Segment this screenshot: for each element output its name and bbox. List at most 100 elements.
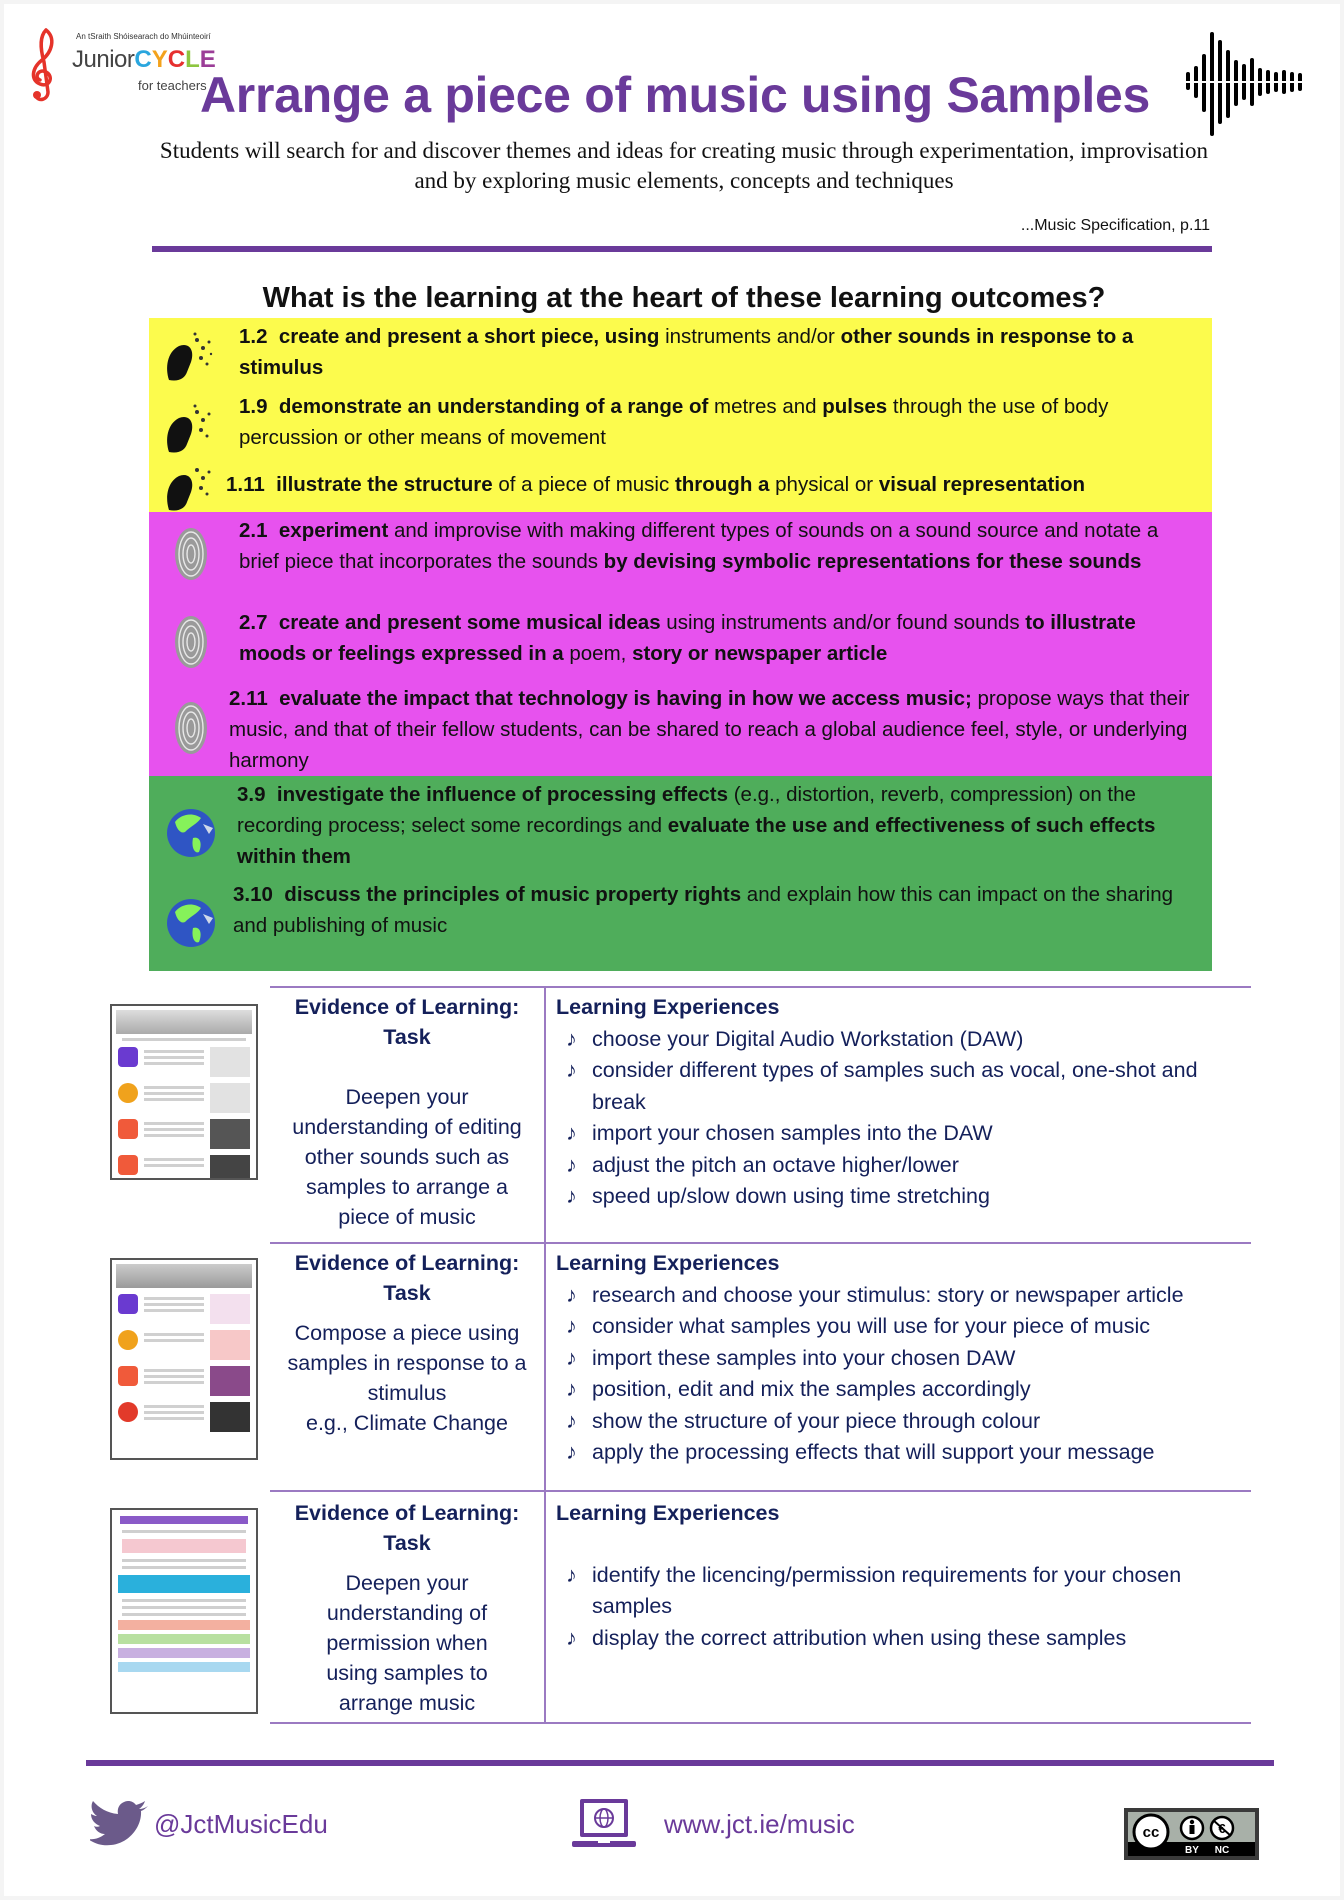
experience-item: ♪ identify the licencing/permission requi…: [556, 1560, 1246, 1623]
experience-item: ♪ choose your Digital Audio Workstation (…: [556, 1024, 1246, 1056]
outcome-number: 3.10: [233, 883, 285, 906]
learning-outcome: 1.11 illustrate the structure of a piece…: [149, 466, 1212, 500]
task-header: Evidence of Learning:: [294, 1501, 520, 1525]
music-note-bullet-icon: ♪: [566, 1058, 577, 1082]
outcome-text-bold: illustrate the structure: [276, 473, 493, 496]
logo-irish-text: An tSraith Shóisearach do Mhúinteoirí: [76, 32, 211, 41]
outcome-text: using instruments and/or found sounds: [660, 611, 1026, 634]
laptop-globe-icon[interactable]: [572, 1797, 636, 1853]
footer-divider: [86, 1760, 1274, 1766]
experience-text: speed up/slow down using time stretching: [592, 1184, 990, 1208]
experience-text: import these samples into your chosen DA…: [592, 1345, 1016, 1370]
header-divider: [152, 246, 1212, 252]
music-note-bullet-icon: ♪: [566, 1345, 577, 1370]
experiences-list: ♪ choose your Digital Audio Workstation (…: [556, 1024, 1246, 1213]
logo-for-teachers: for teachers: [138, 78, 207, 93]
music-note-bullet-icon: ♪: [566, 1314, 577, 1338]
experiences-list: ♪ identify the licencing/permission requi…: [556, 1560, 1246, 1655]
logo-letter: L: [185, 46, 200, 73]
twitter-icon[interactable]: [90, 1800, 150, 1854]
experience-item: ♪ import these samples into your chosen D…: [556, 1343, 1246, 1375]
twitter-handle-link[interactable]: @JctMusicEdu: [154, 1809, 328, 1840]
table-rule: [270, 1242, 1251, 1244]
outcome-number: 1.11: [226, 473, 277, 496]
experience-item: ♪ consider different types of samples suc…: [556, 1055, 1246, 1118]
outcome-number: 3.9: [237, 783, 277, 806]
outcome-text-bold: by devising symbolic representations for…: [603, 550, 1142, 573]
outcome-text-bold: through a: [674, 473, 770, 496]
task-header: Task: [383, 1531, 431, 1555]
experiences-header: Learning Experiences: [556, 995, 780, 1019]
outcome-text-bold: visual representation: [878, 473, 1086, 496]
learning-outcome: 3.9 investigate the influence of process…: [149, 776, 1212, 872]
outcome-text-bold: investigate the influence of processing …: [276, 783, 729, 806]
outcome-text-bold: evaluate the impact that technology is h…: [279, 687, 972, 710]
outcome-text: instruments and/or: [659, 325, 841, 348]
learning-outcome: 1.9 demonstrate an understanding of a ra…: [149, 388, 1212, 453]
page-title: Arrange a piece of music using Samples: [200, 67, 1151, 123]
learning-outcome: 3.10 discuss the principles of music pro…: [149, 876, 1212, 941]
outcome-text-bold: demonstrate an understanding of a range …: [278, 395, 709, 418]
experience-text: identify the licencing/permission requir…: [592, 1562, 1182, 1619]
experiences-cell: Learning Experiences ♪ identify the licen…: [556, 1498, 1246, 1654]
experience-item: ♪ speed up/slow down using time stretchin…: [556, 1181, 1246, 1213]
logo-letter: C: [134, 46, 152, 73]
task-header: Task: [383, 1281, 431, 1305]
outcome-number: 2.11: [229, 687, 280, 710]
experience-text: consider different types of samples such…: [592, 1058, 1198, 1114]
music-note-bullet-icon: ♪: [566, 1562, 577, 1587]
task-cell: Evidence of Learning: Task Deepen your u…: [270, 1498, 544, 1718]
experience-item: ♪ consider what samples you will use for …: [556, 1311, 1246, 1343]
music-note-bullet-icon: ♪: [566, 1377, 577, 1401]
music-note-bullet-icon: ♪: [566, 1440, 577, 1464]
license-nc-label: NC: [1215, 1845, 1229, 1856]
experiences-header: Learning Experiences: [556, 1251, 780, 1275]
outcome-number: 2.1: [239, 519, 279, 542]
table-rule: [270, 986, 1251, 988]
music-note-bullet-icon: ♪: [566, 1152, 577, 1177]
table-column-divider: [544, 986, 546, 1724]
outcome-text-bold: create and present a short piece, using: [278, 325, 660, 348]
outcome-text-bold: pulses: [822, 395, 888, 418]
experience-item: ♪ show the structure of your piece throug…: [556, 1406, 1246, 1438]
logo-letter: C: [167, 46, 186, 73]
strand-3-band: 3.9 investigate the influence of process…: [149, 776, 1212, 971]
page: An tSraith Shóisearach do Mhúinteoirí Ju…: [4, 4, 1340, 1896]
task-description: Compose a piece using samples in respons…: [287, 1321, 527, 1405]
experience-text: show the structure of your piece through…: [592, 1408, 1041, 1433]
music-note-bullet-icon: ♪: [566, 1026, 577, 1051]
outcome-number: 1.9: [239, 395, 279, 418]
music-note-bullet-icon: ♪: [566, 1282, 577, 1307]
outcome-text: of a piece of music: [492, 473, 675, 496]
task-description: Deepen your understanding of editing oth…: [292, 1085, 522, 1229]
experience-text: research and choose your stimulus: story…: [592, 1282, 1184, 1307]
task-cell: Evidence of Learning: Task Compose a pie…: [270, 1248, 544, 1438]
experience-text: position, edit and mix the samples accor…: [592, 1377, 1031, 1401]
outcome-number: 2.7: [239, 611, 279, 634]
task-header: Task: [383, 1025, 431, 1049]
experiences-cell: Learning Experiences ♪ choose your Digita…: [556, 992, 1246, 1213]
task-description: Deepen your understanding of permission …: [326, 1571, 488, 1715]
table-rule: [270, 1722, 1251, 1724]
website-link[interactable]: www.jct.ie/music: [664, 1809, 855, 1840]
outcome-text-bold: discuss the principles of music property…: [284, 883, 742, 906]
strand-2-band: 2.1 experiment and improvise with making…: [149, 512, 1212, 776]
task-example: e.g., Climate Change: [306, 1411, 508, 1435]
creative-commons-by-nc-badge[interactable]: cc € BY NC: [1124, 1808, 1259, 1860]
experience-text: consider what samples you will use for y…: [592, 1314, 1151, 1338]
outcomes-question: What is the learning at the heart of the…: [262, 282, 1106, 314]
outcome-text-bold: create and present some musical ideas: [278, 611, 661, 634]
thumbnail-creative-commons[interactable]: [110, 1508, 258, 1714]
experience-text: import your chosen samples into the DAW: [592, 1121, 993, 1145]
outcome-text: physical or: [769, 473, 879, 496]
thumbnail-structure-visual[interactable]: [110, 1258, 258, 1460]
outcome-text-bold: experiment: [278, 519, 389, 542]
learning-outcome: 2.7 create and present some musical idea…: [149, 604, 1212, 669]
experience-item: ♪ adjust the pitch an octave higher/lower: [556, 1150, 1246, 1182]
experience-item: ♪ apply the processing effects that will …: [556, 1437, 1246, 1469]
license-by-label: BY: [1185, 1845, 1199, 1856]
experiences-cell: Learning Experiences ♪ research and choos…: [556, 1248, 1246, 1469]
cc-mark: cc: [1143, 1824, 1160, 1841]
thumbnail-editing-samples[interactable]: [110, 1004, 258, 1180]
experience-item: ♪ research and choose your stimulus: stor…: [556, 1280, 1246, 1312]
